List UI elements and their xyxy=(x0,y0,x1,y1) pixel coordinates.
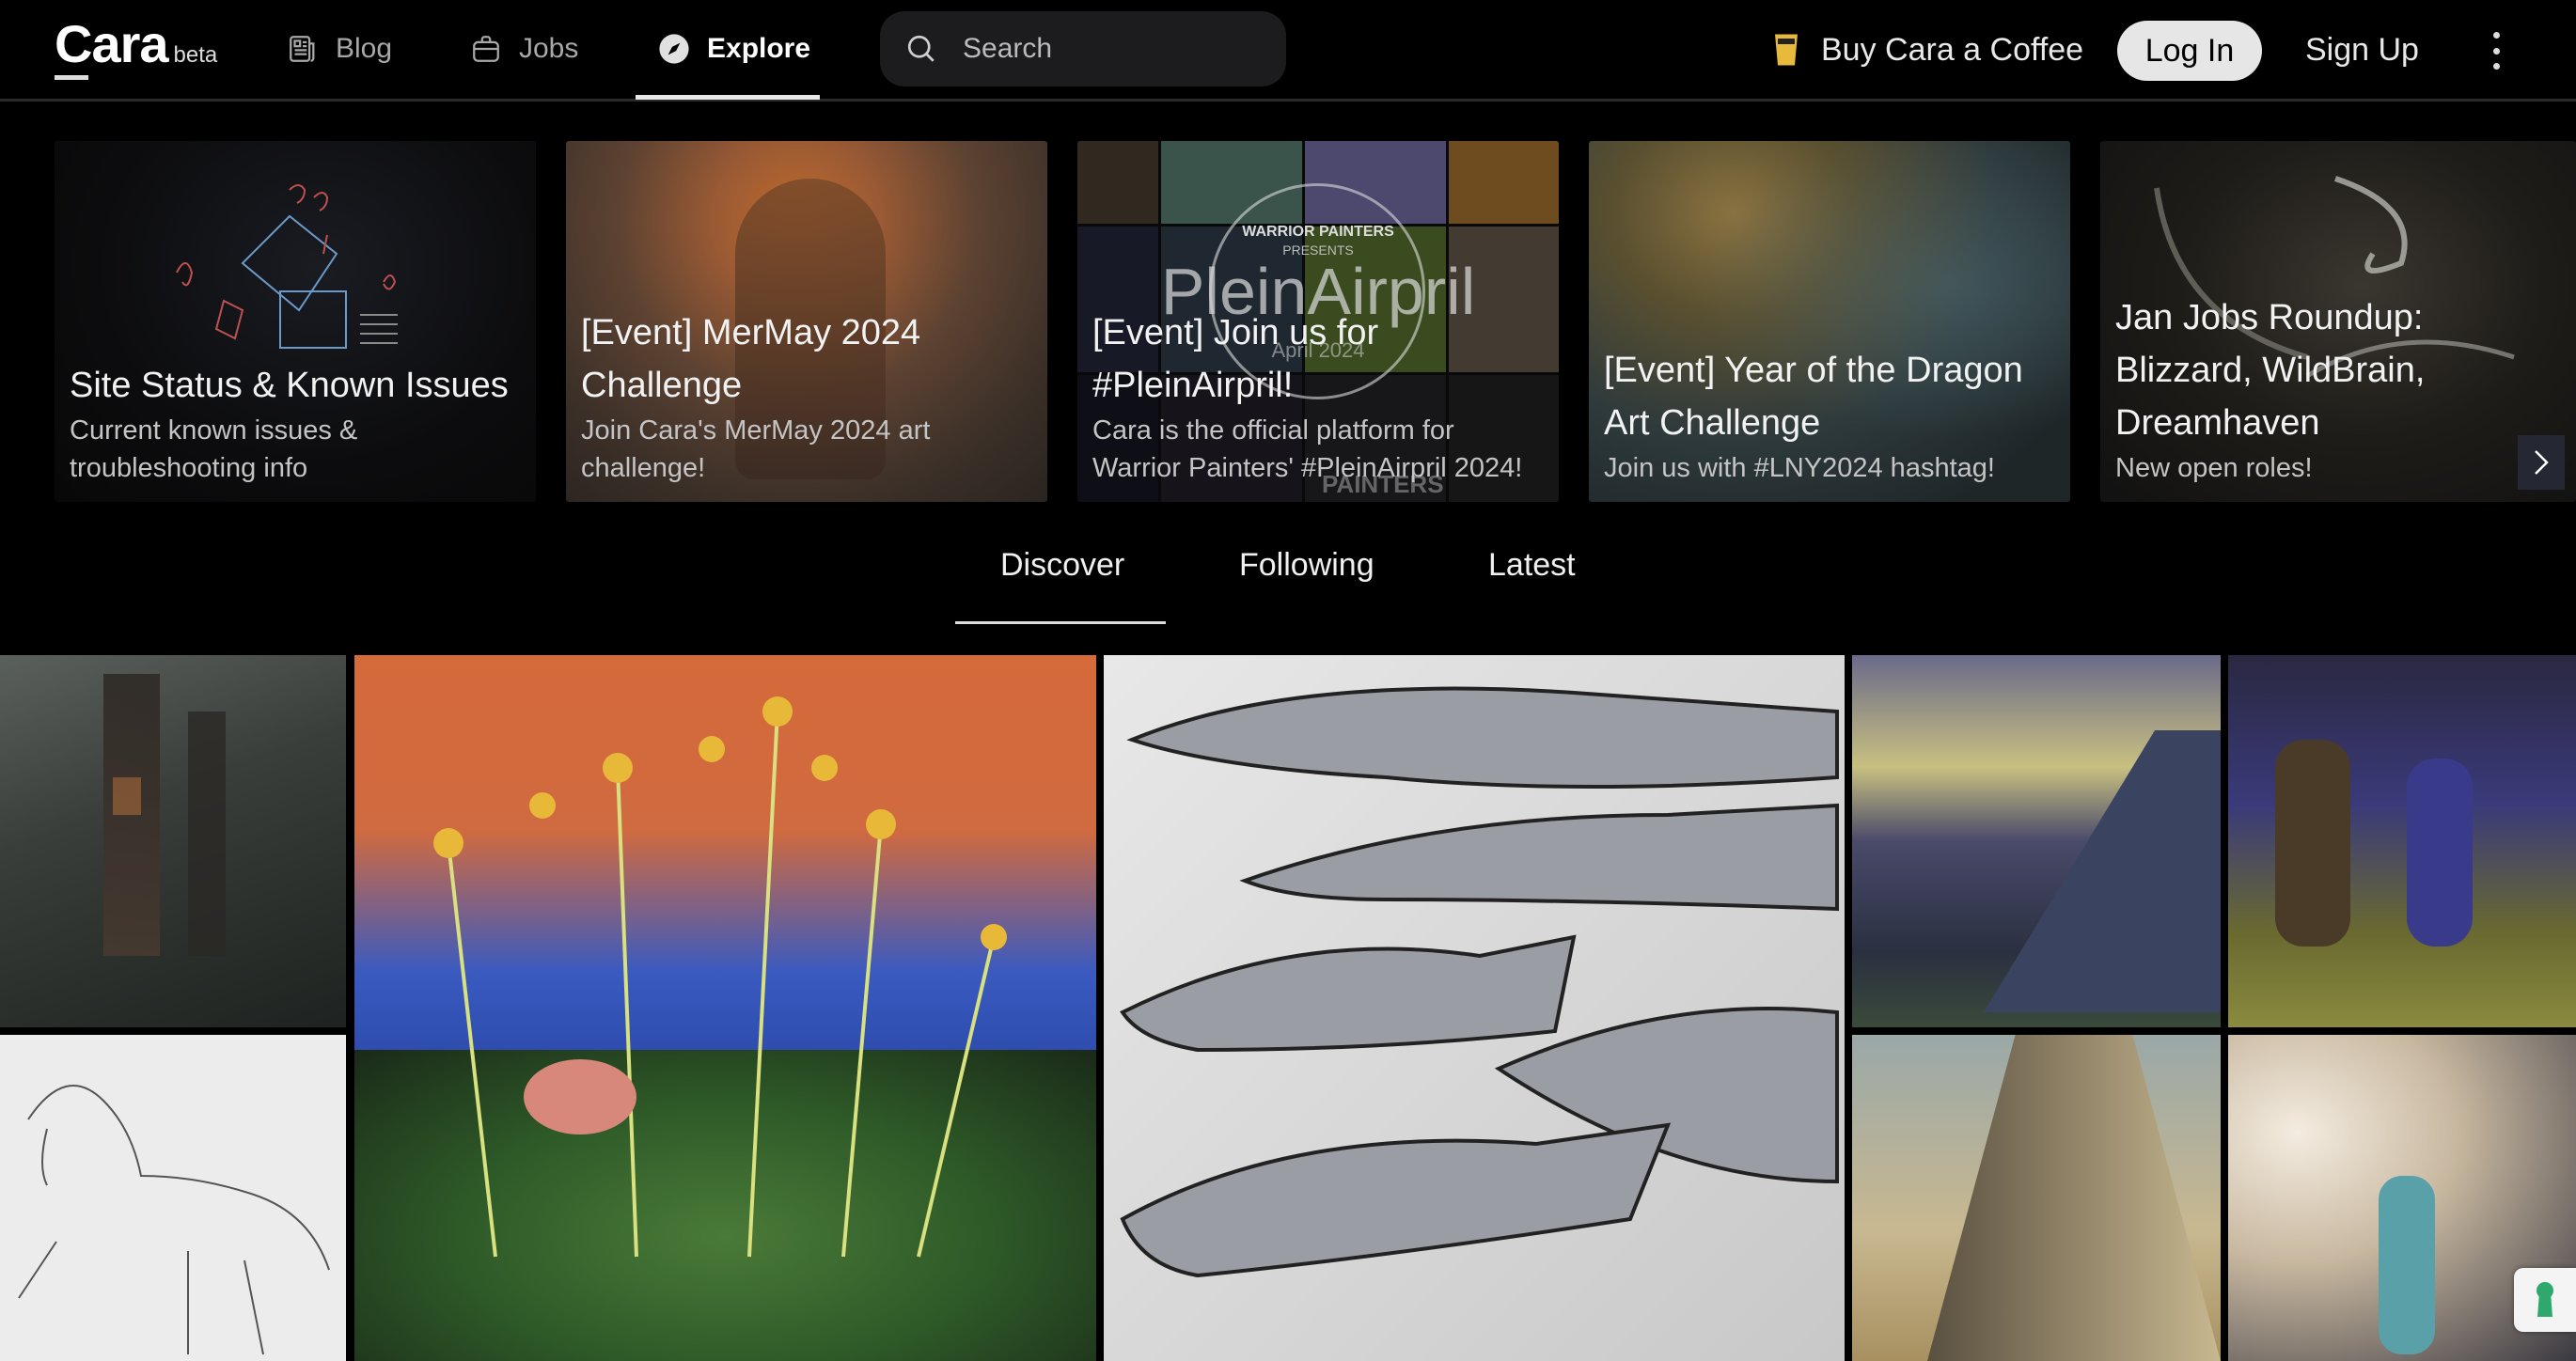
search-icon xyxy=(907,35,935,62)
card-title: Jan Jobs Roundup: Blizzard, WildBrain, D… xyxy=(2115,298,2426,443)
search-input[interactable] xyxy=(963,33,1245,65)
card-subtitle: Join Cara's MerMay 2024 art challenge! xyxy=(581,415,931,483)
artwork-tile[interactable] xyxy=(1852,1035,2221,1361)
kebab-dot xyxy=(2492,47,2500,55)
nav-jobs-label: Jobs xyxy=(519,33,579,64)
more-menu-button[interactable] xyxy=(2482,28,2510,73)
kebab-dot xyxy=(2492,63,2500,70)
artwork-tile[interactable] xyxy=(0,655,346,1027)
top-nav-bar: Cara beta Blog Jobs Explore Buy Cara a C… xyxy=(0,0,2576,102)
tab-latest[interactable]: Latest xyxy=(1488,547,1576,584)
card-text: Jan Jobs Roundup: Blizzard, WildBrain, D… xyxy=(2115,291,2565,487)
featured-carousel: Site Status & Known Issues Current known… xyxy=(0,141,2576,502)
beta-badge: beta xyxy=(173,42,218,68)
card-text: [Event] Year of the Dragon Art Challenge… xyxy=(1604,344,2059,487)
kebab-dot xyxy=(2492,32,2500,39)
briefcase-icon xyxy=(473,36,499,62)
card-text: [Event] Join us for #PleinAirpril! Cara … xyxy=(1092,306,1547,487)
carousel-next-button[interactable] xyxy=(2518,435,2565,490)
buy-coffee-link[interactable]: Buy Cara a Coffee xyxy=(1772,26,2083,73)
nav-explore-label: Explore xyxy=(707,33,811,64)
logo-text: Cara xyxy=(55,14,169,80)
log-in-button[interactable]: Log In xyxy=(2117,21,2262,81)
featured-card[interactable]: [Event] MerMay 2024 Challenge Join Cara'… xyxy=(566,141,1047,502)
chevron-right-icon xyxy=(2535,450,2549,475)
search-box[interactable] xyxy=(880,11,1286,86)
card-title: [Event] Year of the Dragon Art Challenge xyxy=(1604,351,2023,443)
tab-discover[interactable]: Discover xyxy=(1000,547,1124,584)
featured-card[interactable]: Jan Jobs Roundup: Blizzard, WildBrain, D… xyxy=(2100,141,2576,502)
tab-following[interactable]: Following xyxy=(1239,547,1374,584)
nav-explore[interactable]: Explore xyxy=(658,26,810,71)
featured-card[interactable]: [Event] Year of the Dragon Art Challenge… xyxy=(1589,141,2070,502)
keyhole-icon xyxy=(2537,1282,2553,1317)
card-title: Site Status & Known Issues xyxy=(70,366,509,405)
artwork-tile[interactable] xyxy=(1852,655,2221,1027)
nav-blog-label: Blog xyxy=(336,33,393,64)
privacy-settings-button[interactable] xyxy=(2514,1268,2576,1332)
coffee-cup-icon xyxy=(1775,34,1798,66)
sign-up-button[interactable]: Sign Up xyxy=(2305,26,2419,73)
card-subtitle: New open roles! xyxy=(2115,453,2313,483)
cara-logo[interactable]: Cara beta xyxy=(55,13,218,80)
artwork-tile[interactable] xyxy=(2228,655,2576,1027)
flower-illustration xyxy=(433,696,1007,1258)
card-subtitle: Cara is the official platform for Warrio… xyxy=(1092,415,1523,483)
featured-card[interactable]: Site Status & Known Issues Current known… xyxy=(55,141,536,502)
active-tab-indicator xyxy=(955,621,1166,624)
card-illustration xyxy=(176,184,398,349)
overlay-brand: WARRIOR PAINTERS xyxy=(1242,224,1394,240)
artwork-grid xyxy=(0,655,2576,1361)
nav-jobs[interactable]: Jobs xyxy=(470,26,578,71)
feed-tabs: Discover Following Latest xyxy=(0,526,2576,624)
card-subtitle: Current known issues & troubleshooting i… xyxy=(70,415,358,483)
nav-blog[interactable]: Blog xyxy=(287,26,392,71)
card-title: [Event] Join us for #PleinAirpril! xyxy=(1092,313,1379,405)
horse-sketch xyxy=(18,1085,330,1355)
artwork-tile[interactable] xyxy=(1104,655,1845,1361)
buy-coffee-label: Buy Cara a Coffee xyxy=(1821,31,2084,68)
artwork-tile[interactable] xyxy=(0,1035,346,1361)
card-subtitle: Join us with #LNY2024 hashtag! xyxy=(1604,453,1995,483)
spaceship-sketches xyxy=(1120,686,1839,1278)
card-title: [Event] MerMay 2024 Challenge xyxy=(581,313,921,405)
artwork-tile[interactable] xyxy=(354,655,1096,1361)
active-nav-indicator xyxy=(636,95,820,100)
featured-card[interactable]: WARRIOR PAINTERS PRESENTS PleinAirpril A… xyxy=(1077,141,1559,502)
card-text: [Event] MerMay 2024 Challenge Join Cara'… xyxy=(581,306,1036,487)
newspaper-icon xyxy=(290,36,315,62)
compass-icon xyxy=(659,34,689,64)
card-text: Site Status & Known Issues Current known… xyxy=(70,359,525,487)
